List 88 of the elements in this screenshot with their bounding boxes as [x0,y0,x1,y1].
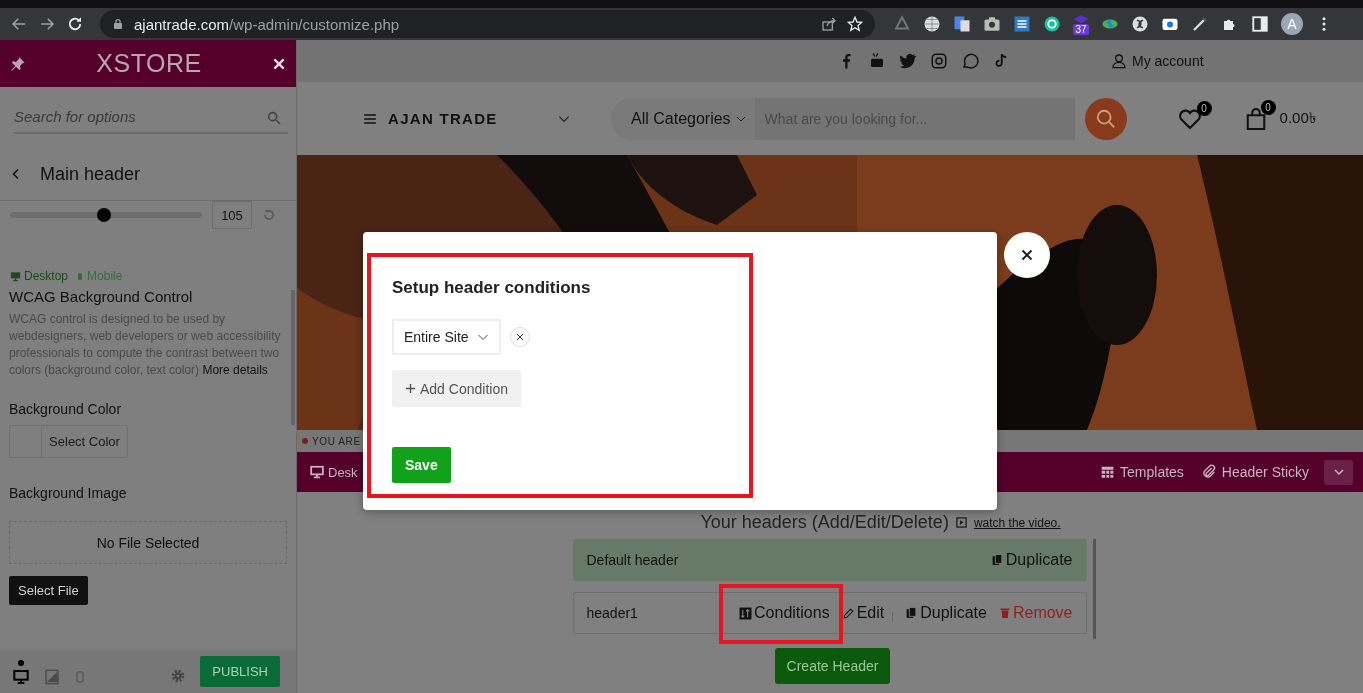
cart-count: 0 [1260,99,1276,115]
phone-icon [74,669,86,685]
pin-icon[interactable] [10,55,26,72]
forward-icon[interactable] [38,15,56,33]
control-title: WCAG Background Control [8,288,194,305]
play-icon [955,517,967,528]
bag-icon[interactable] [1244,105,1267,132]
heart-icon[interactable] [1176,106,1203,131]
monitor-icon [12,669,30,685]
camera-icon[interactable] [983,15,1001,33]
close-icon[interactable] [272,56,286,71]
account-link[interactable]: My account [1132,53,1204,69]
duplicate-link[interactable]: Duplicate [905,604,987,622]
device-tab[interactable]: Desk [310,464,358,480]
grid-icon [1100,465,1116,479]
search-field[interactable]: Search for options [14,101,288,134]
paperclip-icon [1200,464,1217,480]
plus-icon [405,383,416,394]
dialog-title: Setup header conditions [392,278,591,298]
address-bar[interactable]: ajantrade.com/wp-admin/customize.php [100,10,875,38]
notice-text: YOU ARE [312,435,361,447]
globe-icon[interactable] [923,15,941,33]
copy-icon [905,606,919,620]
chevron-down-icon [1332,466,1345,478]
search-icon [266,109,282,126]
share-icon[interactable] [821,16,837,32]
publish-button[interactable]: PUBLISH [200,656,280,687]
lock-icon [112,17,124,31]
site-logo[interactable]: AJAN TRADE [388,110,498,127]
notification-badge: 37 [1073,23,1089,35]
close-icon [515,333,524,341]
section-title: Main header [40,163,141,185]
conditions-link[interactable]: Conditions [739,604,830,622]
list-icon[interactable] [1013,15,1031,33]
pencil-icon [841,606,855,620]
color-picker[interactable]: Select Color [9,425,128,458]
video-icon[interactable] [868,52,886,70]
video-link[interactable]: watch the video. [973,515,1061,530]
user-icon [1111,53,1127,69]
sidebar-icon[interactable] [1251,15,1269,33]
profile-avatar[interactable]: A [1281,13,1303,35]
create-header-button[interactable]: Create Header [774,648,891,684]
duplicate-link[interactable]: Duplicate [990,551,1073,569]
select-color-button[interactable]: Select Color [42,426,127,457]
device-tab[interactable]: Desktop [10,269,69,283]
condition-dropdown[interactable]: Entire Site [392,319,501,355]
add-condition-button[interactable]: Add Condition [392,370,521,407]
tablet-icon [44,669,60,685]
logo: XSTORE [96,49,202,78]
save-button[interactable]: Save [392,447,451,483]
close-icon [1021,249,1033,261]
category-dropdown[interactable]: All Categories [611,97,755,140]
more-details-link[interactable]: More details [202,363,268,377]
field-label: Background Image [8,485,128,501]
header-name: header1 [586,605,639,621]
monitor-icon [310,465,324,479]
remove-condition-button[interactable] [509,327,530,347]
back-icon[interactable] [10,15,28,33]
bird-icon[interactable] [899,52,917,70]
chat-icon[interactable] [961,52,979,70]
header-name: Default header [586,552,680,568]
field-label: Background Color [8,401,123,417]
reload-icon[interactable] [66,15,84,33]
sort-icon [739,606,753,620]
status-dot [302,438,308,444]
toolbar-link[interactable]: Header Sticky [1200,464,1309,480]
wishlist-count: 0 [1196,100,1212,116]
section-heading: Your headers (Add/Edit/Delete) [700,512,949,533]
monitor-icon [10,270,21,282]
edit-link[interactable]: Edit [841,604,885,622]
value-field[interactable]: 105 [212,201,252,229]
star-icon[interactable] [847,16,863,32]
url-text: ajantrade.com/wp-admin/customize.php [134,15,400,33]
file-drop-area[interactable]: No File Selected [9,521,287,564]
circle-icon[interactable] [1043,15,1061,33]
device-button[interactable] [12,660,30,685]
copy-icon [990,553,1004,567]
pen-icon[interactable] [1191,15,1209,33]
toolbar-link[interactable]: Templates [1100,464,1184,480]
cart-total: 0.00৳ [1279,108,1316,128]
search-icon [1094,107,1117,130]
select-file-button[interactable]: Select File [9,576,88,605]
slider-thumb[interactable] [97,208,112,222]
search-button[interactable] [1084,97,1127,140]
translate-icon[interactable] [953,15,971,33]
trash-icon [998,606,1011,620]
collapse-button[interactable] [1324,459,1353,485]
camera-icon[interactable] [930,52,948,70]
